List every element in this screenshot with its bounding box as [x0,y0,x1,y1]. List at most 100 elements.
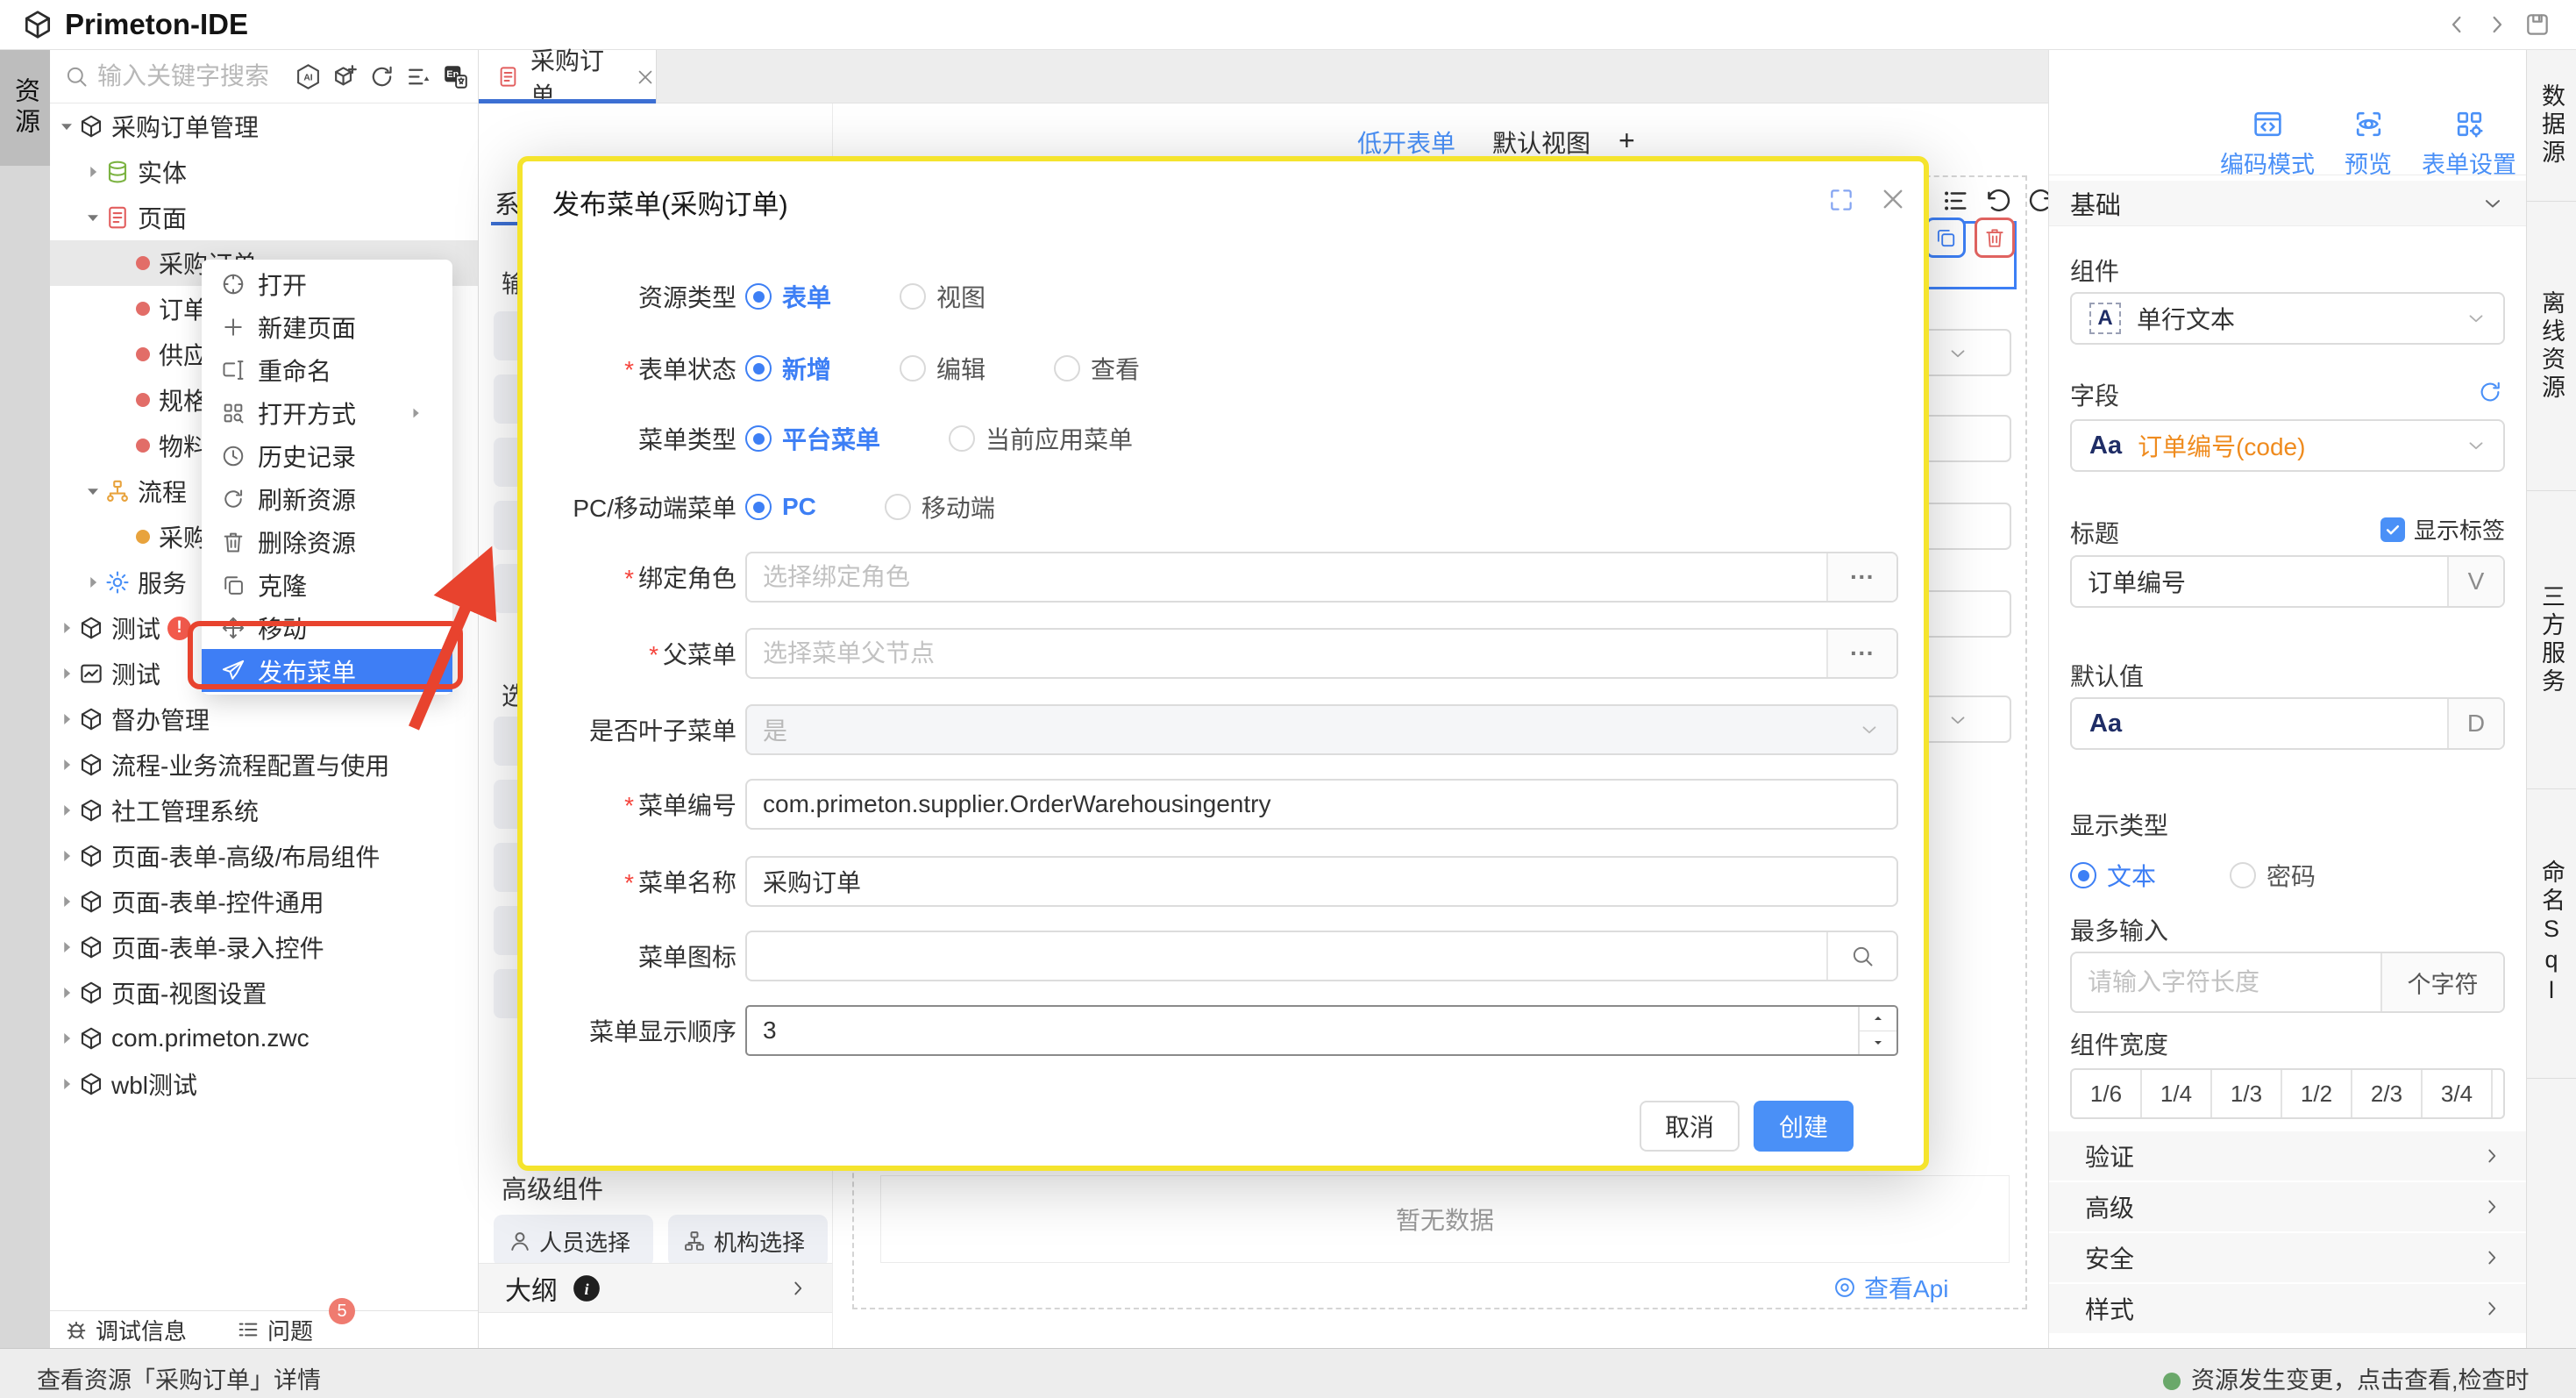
caret-right-icon[interactable] [57,846,76,866]
caret-right-icon[interactable] [57,983,76,1002]
width-option-1/4[interactable]: 1/4 [2140,1070,2210,1117]
icon-search-input[interactable] [745,931,1898,981]
radio-button[interactable] [900,355,926,382]
caret-right-icon[interactable] [83,573,103,592]
section-验证[interactable]: 验证 [2049,1131,2526,1180]
width-option-2/3[interactable]: 2/3 [2351,1070,2421,1117]
caret-right-icon[interactable] [57,938,76,957]
tree-item[interactable]: 页面-表单-录入控件 [50,924,478,970]
field-refresh-icon[interactable] [2477,379,2503,405]
picker-field[interactable] [747,563,1826,591]
menu-item-打开方式[interactable]: 打开方式 [202,391,452,434]
show-label-checkbox[interactable] [2380,517,2405,542]
menu-item-发布菜单[interactable]: 发布菜单 [202,649,452,692]
radio-button[interactable] [745,494,772,520]
action-表单设置[interactable]: 表单设置 [2399,108,2539,180]
create-button[interactable]: 创建 [1754,1101,1854,1152]
picker-input[interactable]: ··· [745,628,1898,679]
menu-item-删除资源[interactable]: 删除资源 [202,520,452,563]
caret-right-icon[interactable] [57,1029,76,1048]
tree-item[interactable]: com.primeton.zwc [50,1016,478,1061]
icon-search-field[interactable] [747,942,1826,970]
text-input[interactable] [745,856,1898,907]
tree-item[interactable]: 流程-业务流程配置与使用 [50,742,478,788]
menu-item-历史记录[interactable]: 历史记录 [202,434,452,477]
caret-right-icon[interactable] [57,1074,76,1094]
radio-option-视图[interactable]: 视图 [900,279,986,314]
outline-settings-icon[interactable] [1940,186,1970,216]
caret-right-icon[interactable] [57,710,76,729]
search-input[interactable] [89,62,295,90]
radio-button[interactable] [745,283,772,310]
radio-option-当前应用菜单[interactable]: 当前应用菜单 [949,421,1133,456]
width-option-3/4[interactable]: 3/4 [2421,1070,2491,1117]
caret-right-icon[interactable] [57,892,76,911]
tree-item[interactable]: 页面-表单-高级/布局组件 [50,833,478,879]
caret-right-icon[interactable] [57,801,76,820]
outline-bar[interactable]: 大纲 i [479,1263,832,1313]
title-input[interactable] [2072,567,2503,596]
nav-back-icon[interactable] [2443,11,2471,39]
tree-item[interactable]: 社工管理系统 [50,788,478,833]
caret-down-icon[interactable] [57,117,76,136]
section-样式[interactable]: 样式 [2049,1284,2526,1333]
tree-item[interactable]: 页面-视图设置 [50,970,478,1016]
ellipsis-button[interactable]: ··· [1826,553,1896,601]
picker-input[interactable]: ··· [745,552,1898,603]
radio-button[interactable] [2230,862,2256,888]
field-select[interactable]: Aa 订单编号(code) [2070,419,2505,472]
display-type-密码[interactable]: 密码 [2230,858,2316,893]
radio-option-平台菜单[interactable]: 平台菜单 [745,421,880,456]
radio-option-编辑[interactable]: 编辑 [900,351,986,386]
radio-option-移动端[interactable]: 移动端 [885,489,995,524]
right-tab-三方服务[interactable]: 三方服务 [2527,491,2576,789]
spinner-up-icon[interactable] [1860,1007,1896,1031]
problems-button[interactable]: 问题 [267,1314,313,1346]
section-安全[interactable]: 安全 [2049,1233,2526,1282]
delete-component-button[interactable] [1975,218,2015,258]
tree-item[interactable]: 采购订单管理 [50,103,478,149]
nav-forward-icon[interactable] [2483,11,2511,39]
tree-item[interactable]: 督办管理 [50,696,478,742]
menu-item-重命名[interactable]: 重命名 [202,348,452,391]
radio-option-查看[interactable]: 查看 [1054,351,1140,386]
close-icon[interactable] [1878,184,1908,214]
caret-right-icon[interactable] [57,755,76,774]
component-select[interactable]: A 单行文本 [2070,292,2505,345]
tree-item[interactable]: wbl测试 [50,1061,478,1107]
radio-option-PC[interactable]: PC [745,493,816,521]
width-option-1/2[interactable]: 1/2 [2281,1070,2351,1117]
debug-info-button[interactable]: 调试信息 [96,1314,187,1346]
tab-purchase-order[interactable]: 采购订单 [479,50,657,103]
width-option-1/6[interactable]: 1/6 [2072,1070,2140,1117]
tree-item[interactable]: 页面 [50,195,478,240]
number-spinner[interactable] [1858,1007,1896,1054]
view-api-link[interactable]: 查看Api [1832,1270,1948,1305]
ellipsis-button[interactable]: ··· [1826,630,1896,677]
text-field[interactable] [747,867,1896,895]
menu-item-克隆[interactable]: 克隆 [202,563,452,606]
caret-right-icon[interactable] [57,618,76,638]
search-button[interactable] [1826,932,1896,980]
cancel-button[interactable]: 取消 [1640,1101,1740,1152]
section-basic[interactable]: 基础 [2049,181,2526,226]
max-input-box[interactable]: 个字符 [2070,952,2505,1013]
radio-button[interactable] [745,425,772,452]
add-view-button[interactable]: + [1619,125,1635,157]
palette-advanced-人员选择[interactable]: 人员选择 [494,1215,653,1267]
copy-component-button[interactable] [1925,218,1966,258]
tab-close-icon[interactable] [635,67,656,88]
caret-down-icon[interactable] [83,208,103,227]
section-高级[interactable]: 高级 [2049,1182,2526,1231]
menu-item-刷新资源[interactable]: 刷新资源 [202,477,452,520]
tree-item[interactable]: 页面-表单-控件通用 [50,879,478,924]
tree-item[interactable]: 实体 [50,149,478,195]
display-type-文本[interactable]: 文本 [2070,858,2156,893]
default-value-box[interactable]: Aa D [2070,697,2505,750]
palette-advanced-机构选择[interactable]: 机构选择 [668,1215,828,1267]
right-tab-命名Sql[interactable]: 命名Sql [2527,789,2576,1079]
save-icon[interactable] [2523,11,2551,39]
radio-button[interactable] [745,355,772,382]
caret-right-icon[interactable] [57,664,76,683]
text-field[interactable] [747,790,1896,818]
